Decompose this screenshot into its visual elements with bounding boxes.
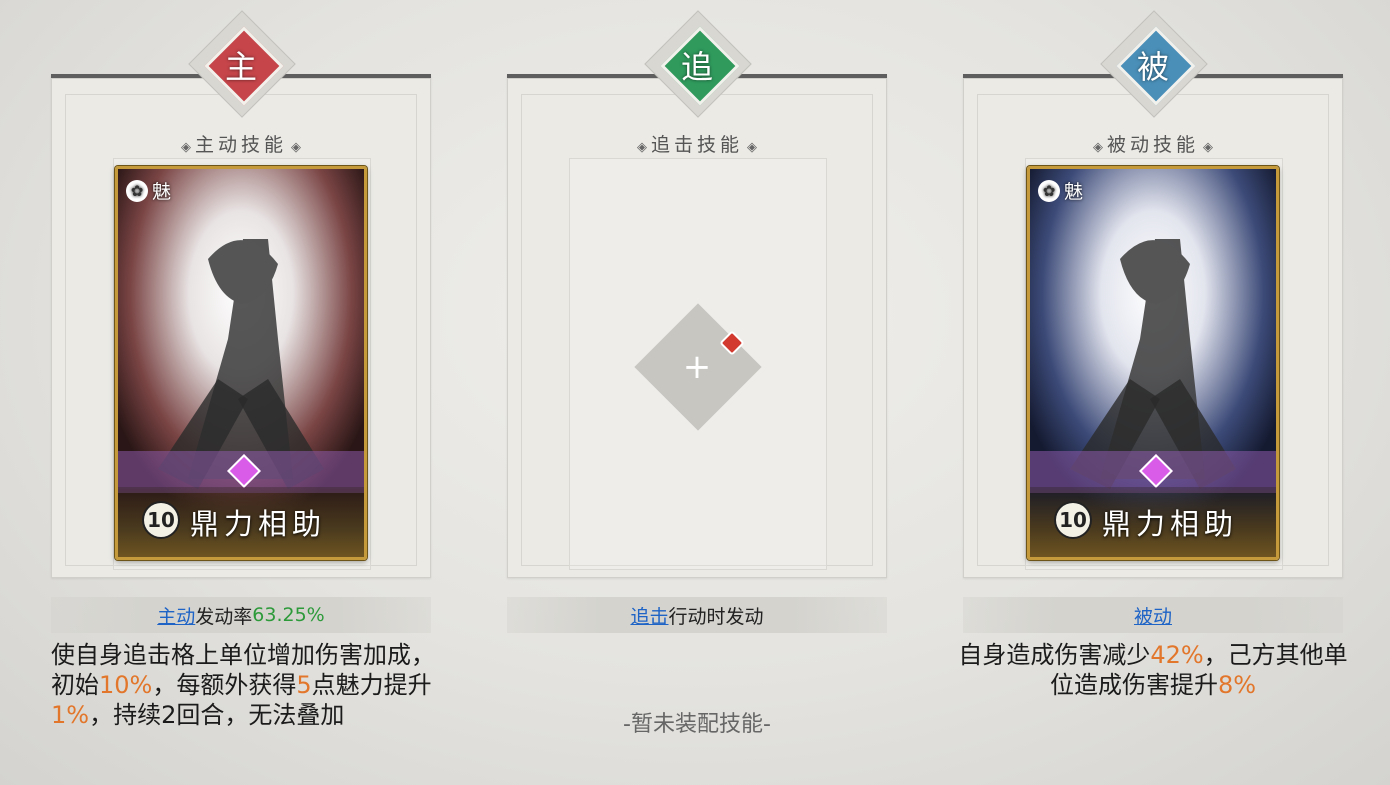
skill-card[interactable]: ✿ 魅 10 鼎力相助 <box>1027 166 1279 560</box>
skill-title: ◈ 追击技能 ◈ <box>507 130 887 157</box>
charm-icon: ✿ <box>1038 179 1060 202</box>
diamond-icon: ◈ <box>1203 140 1213 155</box>
card-attribute-tag: ✿ 魅 <box>1038 177 1083 204</box>
card-tag-label: 魅 <box>152 181 172 203</box>
passive-emblem-icon: 被 <box>1100 10 1208 118</box>
card-name: 鼎力相助 <box>190 507 327 541</box>
trigger-rate: 63.25% <box>252 604 325 626</box>
skill-title: ◈ 主动技能 ◈ <box>51 130 431 157</box>
diamond-icon: ◈ <box>180 140 191 155</box>
pursuit-skill-panel: 追 ◈ 追击技能 ◈ + 追击 行动时发动 -暂未装配技能- <box>507 0 887 785</box>
pursuit-emblem-icon: 追 <box>644 10 752 118</box>
trigger-keyword-link[interactable]: 被动 <box>1134 602 1172 629</box>
active-skill-panel: 主 ◈ 主动技能 ◈ ✿ 魅 10 鼎力相助 主动 发动率 63.25% 使自身… <box>51 0 435 785</box>
emblem-char: 追 <box>680 48 713 86</box>
empty-skill-text: -暂未装配技能- <box>623 712 771 737</box>
card-level-badge: 10 <box>1056 503 1090 537</box>
skill-title-text: 被动技能 <box>1106 134 1199 156</box>
skill-title-text: 主动技能 <box>194 134 287 156</box>
card-name: 鼎力相助 <box>1102 507 1239 541</box>
card-level-badge: 10 <box>144 503 178 537</box>
skill-title: ◈ 被动技能 ◈ <box>963 130 1343 157</box>
diamond-icon: ◈ <box>291 140 301 155</box>
diamond-icon: ◈ <box>636 140 647 155</box>
diamond-icon: ◈ <box>1092 140 1103 155</box>
emblem-char: 主 <box>224 48 257 86</box>
passive-skill-panel: 被 ◈ 被动技能 ◈ ✿ 魅 10 鼎力相助 被动 自身造成伤害减少42%，己方… <box>958 0 1348 785</box>
trigger-bar: 被动 <box>963 597 1343 633</box>
card-attribute-tag: ✿ 魅 <box>126 177 171 204</box>
diamond-icon: ◈ <box>747 140 757 155</box>
skill-description: 使自身追击格上单位增加伤害加成，初始10%，每额外获得5点魅力提升1%，持续2回… <box>51 641 435 729</box>
active-emblem-icon: 主 <box>188 10 296 118</box>
skill-description: 自身造成伤害减少42%，己方其他单位造成伤害提升8% <box>958 641 1348 699</box>
card-tag-label: 魅 <box>1064 181 1084 203</box>
skill-title-text: 追击技能 <box>650 134 743 156</box>
trigger-keyword-link[interactable]: 追击 <box>630 602 668 629</box>
trigger-text: 行动时发动 <box>668 605 764 628</box>
trigger-bar: 主动 发动率 63.25% <box>51 597 431 633</box>
trigger-text: 发动率 <box>195 605 253 628</box>
charm-icon: ✿ <box>126 179 148 202</box>
emblem-char: 被 <box>1136 48 1169 86</box>
trigger-bar: 追击 行动时发动 <box>507 597 887 633</box>
trigger-keyword-link[interactable]: 主动 <box>157 602 195 629</box>
skill-card[interactable]: ✿ 魅 10 鼎力相助 <box>115 166 367 560</box>
plus-icon[interactable]: + <box>507 342 887 392</box>
